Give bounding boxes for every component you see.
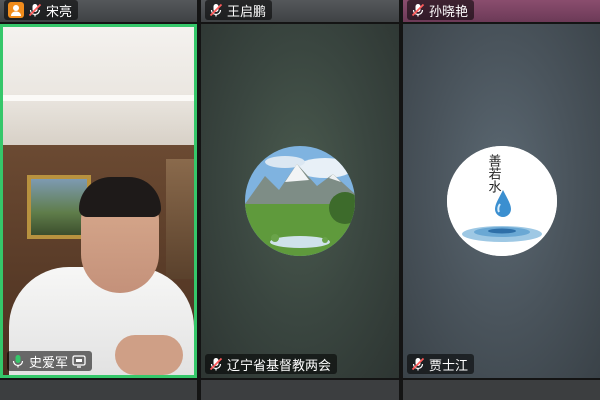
participant-name: 王启鹏 (227, 3, 267, 19)
avatar-calligraphy-text: 善若水 (485, 154, 501, 193)
mic-muted-icon (28, 3, 42, 17)
participant-label: 孙晓艳 (407, 0, 475, 20)
participant-tile-partial[interactable] (0, 380, 197, 400)
mic-muted-icon (209, 357, 223, 371)
participant-label: 贾士江 (407, 354, 475, 374)
screen-share-icon (72, 354, 86, 368)
participant-label: 辽宁省基督教两会 (205, 354, 338, 374)
participant-video (3, 27, 194, 375)
participant-tile-wang-qipeng[interactable]: 王启鹏 (201, 0, 399, 22)
water-drop-calligraphy-avatar: 善若水 (446, 146, 557, 256)
participant-name: 宋亮 (46, 3, 73, 19)
mic-muted-icon (411, 3, 425, 17)
participant-label: 王启鹏 (205, 0, 273, 20)
participant-name: 史爱军 (29, 354, 69, 370)
mic-muted-icon (209, 3, 223, 17)
participant-name: 辽宁省基督教两会 (227, 357, 332, 373)
participant-tile-liaoning-christian-council[interactable]: 辽宁省基督教两会 (201, 24, 399, 378)
participant-tile-jia-shijiang[interactable]: 善若水 贾士江 (403, 24, 600, 378)
participant-label: 宋亮 (4, 0, 79, 20)
participant-tile-shi-aijun[interactable]: 史爱军 (0, 24, 197, 378)
mic-muted-icon (411, 357, 425, 371)
participant-label: 史爱军 (7, 351, 93, 371)
participant-name: 孙晓艳 (429, 3, 469, 19)
participant-tile-partial[interactable] (403, 380, 600, 400)
participant-tile-song-liang[interactable]: 宋亮 (0, 0, 197, 22)
participant-tile-partial[interactable] (201, 380, 399, 400)
mountain-meadow-avatar (245, 146, 355, 256)
participant-name: 贾士江 (429, 357, 469, 373)
host-user-icon (8, 2, 24, 18)
mic-active-icon (11, 354, 25, 368)
participant-tile-sun-xiaoyan[interactable]: 孙晓艳 (403, 0, 600, 22)
